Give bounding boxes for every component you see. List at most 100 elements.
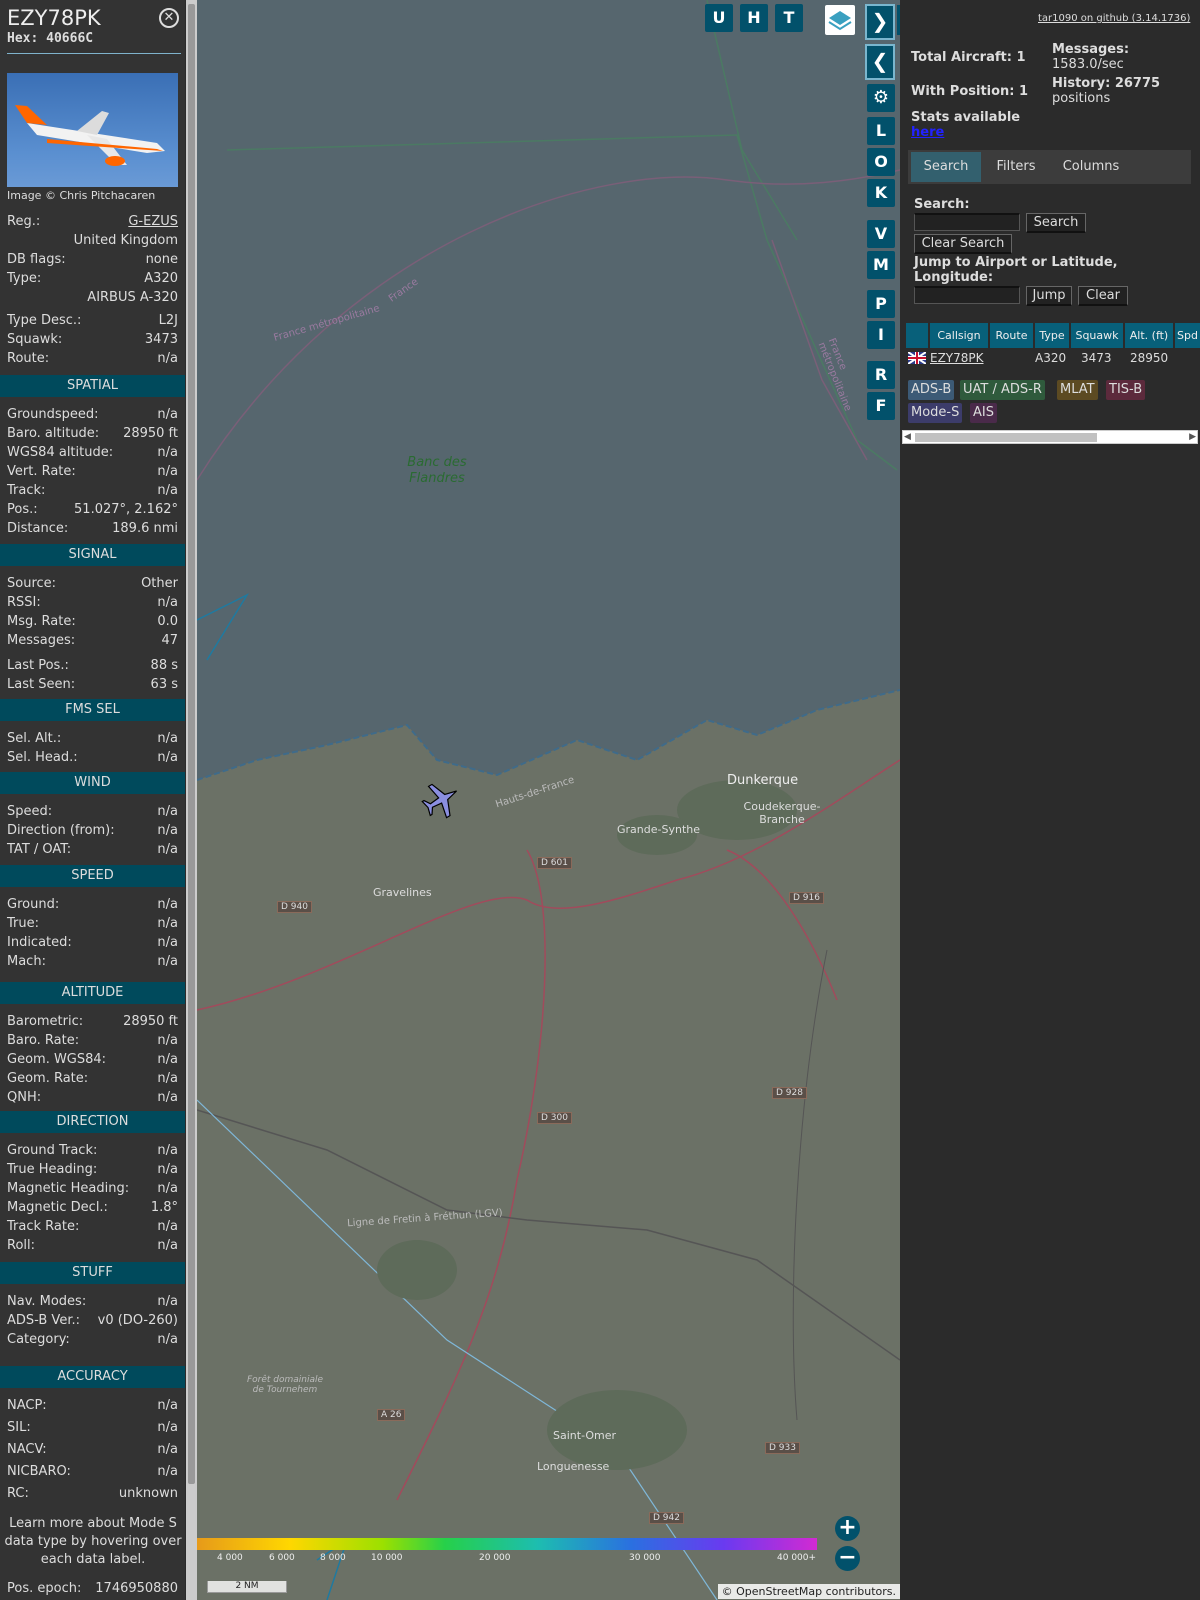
- data-label[interactable]: Sel. Alt.:: [7, 730, 61, 748]
- data-label[interactable]: Vert. Rate:: [7, 463, 76, 481]
- data-label[interactable]: SIL:: [7, 1419, 31, 1437]
- map-button-u[interactable]: U: [705, 4, 733, 32]
- version-link[interactable]: tar1090 on github (3.14.1736): [1038, 13, 1190, 24]
- data-label[interactable]: Source:: [7, 575, 56, 593]
- scroll-left-icon[interactable]: ◀: [904, 431, 911, 443]
- map-button-m[interactable]: M: [867, 251, 895, 279]
- map-button-t[interactable]: T: [775, 4, 803, 32]
- tab-filters[interactable]: Filters: [983, 152, 1049, 182]
- data-label[interactable]: ADS-B Ver.:: [7, 1312, 80, 1330]
- data-label[interactable]: Magnetic Heading:: [7, 1180, 129, 1198]
- sidebar-scrollbar[interactable]: [186, 0, 197, 1600]
- search-button[interactable]: Search: [1026, 213, 1086, 233]
- tab-columns[interactable]: Columns: [1051, 152, 1131, 182]
- data-label[interactable]: Track Rate:: [7, 1218, 79, 1236]
- data-label[interactable]: Track:: [7, 482, 45, 500]
- expand-right-icon[interactable]: ❯: [865, 4, 895, 40]
- data-label[interactable]: RSSI:: [7, 594, 41, 612]
- clear-search-button[interactable]: Clear Search: [914, 234, 1012, 254]
- column-header-squawk[interactable]: Squawk: [1071, 323, 1123, 348]
- data-value: n/a: [157, 1219, 178, 1234]
- map-button-r[interactable]: R: [867, 361, 895, 389]
- data-label[interactable]: Mach:: [7, 953, 46, 971]
- data-label[interactable]: Last Seen:: [7, 676, 75, 694]
- data-label[interactable]: Groundspeed:: [7, 406, 98, 424]
- zoom-out-icon[interactable]: −: [835, 1546, 860, 1571]
- map-button-f[interactable]: F: [867, 392, 895, 420]
- section-header-direction[interactable]: DIRECTION: [0, 1111, 185, 1133]
- data-label[interactable]: Geom. Rate:: [7, 1070, 88, 1088]
- column-header-flag[interactable]: [906, 323, 928, 348]
- section-header-accuracy[interactable]: ACCURACY: [0, 1366, 185, 1388]
- data-label[interactable]: WGS84 altitude:: [7, 444, 113, 462]
- data-label[interactable]: Pos.:: [7, 501, 38, 519]
- collapse-left-icon[interactable]: ❮: [865, 44, 895, 80]
- data-label[interactable]: Geom. WGS84:: [7, 1051, 106, 1069]
- section-header-spatial[interactable]: SPATIAL: [0, 375, 185, 397]
- map-button-i[interactable]: I: [867, 321, 895, 349]
- section-header-speed[interactable]: SPEED: [0, 865, 185, 887]
- map-button-h[interactable]: H: [740, 4, 768, 32]
- data-label[interactable]: Baro. Rate:: [7, 1032, 79, 1050]
- jump-input[interactable]: [914, 286, 1020, 304]
- column-header-alt-ft[interactable]: Alt. (ft): [1125, 323, 1173, 348]
- data-label[interactable]: Speed:: [7, 803, 52, 821]
- data-label[interactable]: Last Pos.:: [7, 657, 69, 675]
- data-label[interactable]: Nav. Modes:: [7, 1293, 86, 1311]
- data-label[interactable]: Distance:: [7, 520, 68, 538]
- row-callsign[interactable]: EZY78PK: [930, 349, 984, 367]
- section-header-stuff[interactable]: STUFF: [0, 1262, 185, 1284]
- data-label[interactable]: NICBARO:: [7, 1463, 71, 1481]
- scroll-right-icon[interactable]: ▶: [1189, 431, 1196, 443]
- column-header-callsign[interactable]: Callsign: [930, 323, 988, 348]
- data-label[interactable]: NACP:: [7, 1397, 47, 1415]
- aircraft-marker-icon[interactable]: [419, 780, 463, 824]
- data-label[interactable]: Magnetic Decl.:: [7, 1199, 108, 1217]
- data-label[interactable]: Msg. Rate:: [7, 613, 76, 631]
- data-label[interactable]: Baro. altitude:: [7, 425, 99, 443]
- data-label[interactable]: Ground Track:: [7, 1142, 97, 1160]
- data-label[interactable]: True:: [7, 915, 39, 933]
- settings-gear-icon[interactable]: ⚙: [867, 84, 895, 112]
- map-button-l[interactable]: L: [867, 117, 895, 145]
- column-header-spd[interactable]: Spd: [1175, 323, 1200, 348]
- layers-icon[interactable]: [825, 5, 855, 35]
- data-label[interactable]: Roll:: [7, 1237, 35, 1255]
- data-label[interactable]: QNH:: [7, 1089, 41, 1107]
- map-button-k[interactable]: K: [867, 179, 895, 207]
- map[interactable]: Banc des Flandres France métropolitaine …: [197, 0, 900, 1600]
- column-header-route[interactable]: Route: [990, 323, 1033, 348]
- data-label[interactable]: Sel. Head.:: [7, 749, 78, 767]
- column-header-type[interactable]: Type: [1035, 323, 1069, 348]
- data-label[interactable]: True Heading:: [7, 1161, 97, 1179]
- data-label[interactable]: Barometric:: [7, 1013, 83, 1031]
- zoom-in-icon[interactable]: +: [835, 1516, 860, 1541]
- data-label[interactable]: TAT / OAT:: [7, 841, 71, 859]
- stats-here-link[interactable]: here: [911, 125, 944, 140]
- map-button-o[interactable]: O: [867, 148, 895, 176]
- map-attribution[interactable]: © OpenStreetMap contributors.: [717, 1584, 900, 1599]
- clear-jump-button[interactable]: Clear: [1078, 286, 1128, 306]
- search-input[interactable]: [914, 213, 1020, 231]
- section-header-wind[interactable]: WIND: [0, 772, 185, 794]
- data-label[interactable]: NACV:: [7, 1441, 47, 1459]
- data-label[interactable]: Category:: [7, 1331, 70, 1349]
- section-header-altitude[interactable]: ALTITUDE: [0, 982, 185, 1004]
- table-horizontal-scrollbar[interactable]: ◀ ▶: [902, 430, 1198, 444]
- horizontal-scroll-thumb[interactable]: [915, 433, 1097, 442]
- map-button-p[interactable]: P: [867, 290, 895, 318]
- data-label[interactable]: Indicated:: [7, 934, 72, 952]
- data-label[interactable]: Ground:: [7, 896, 59, 914]
- tab-search[interactable]: Search: [911, 152, 981, 182]
- jump-button[interactable]: Jump: [1026, 286, 1072, 306]
- data-label[interactable]: RC:: [7, 1485, 29, 1503]
- close-icon[interactable]: ✕: [159, 8, 179, 28]
- registration-link[interactable]: G-EZUS: [128, 213, 178, 231]
- scroll-thumb[interactable]: [188, 4, 195, 1484]
- aircraft-photo[interactable]: [7, 73, 178, 187]
- section-header-fms-sel[interactable]: FMS SEL: [0, 699, 185, 721]
- map-button-v[interactable]: V: [867, 220, 895, 248]
- data-label[interactable]: Direction (from):: [7, 822, 115, 840]
- section-header-signal[interactable]: SIGNAL: [0, 544, 185, 566]
- data-label[interactable]: Messages:: [7, 632, 75, 650]
